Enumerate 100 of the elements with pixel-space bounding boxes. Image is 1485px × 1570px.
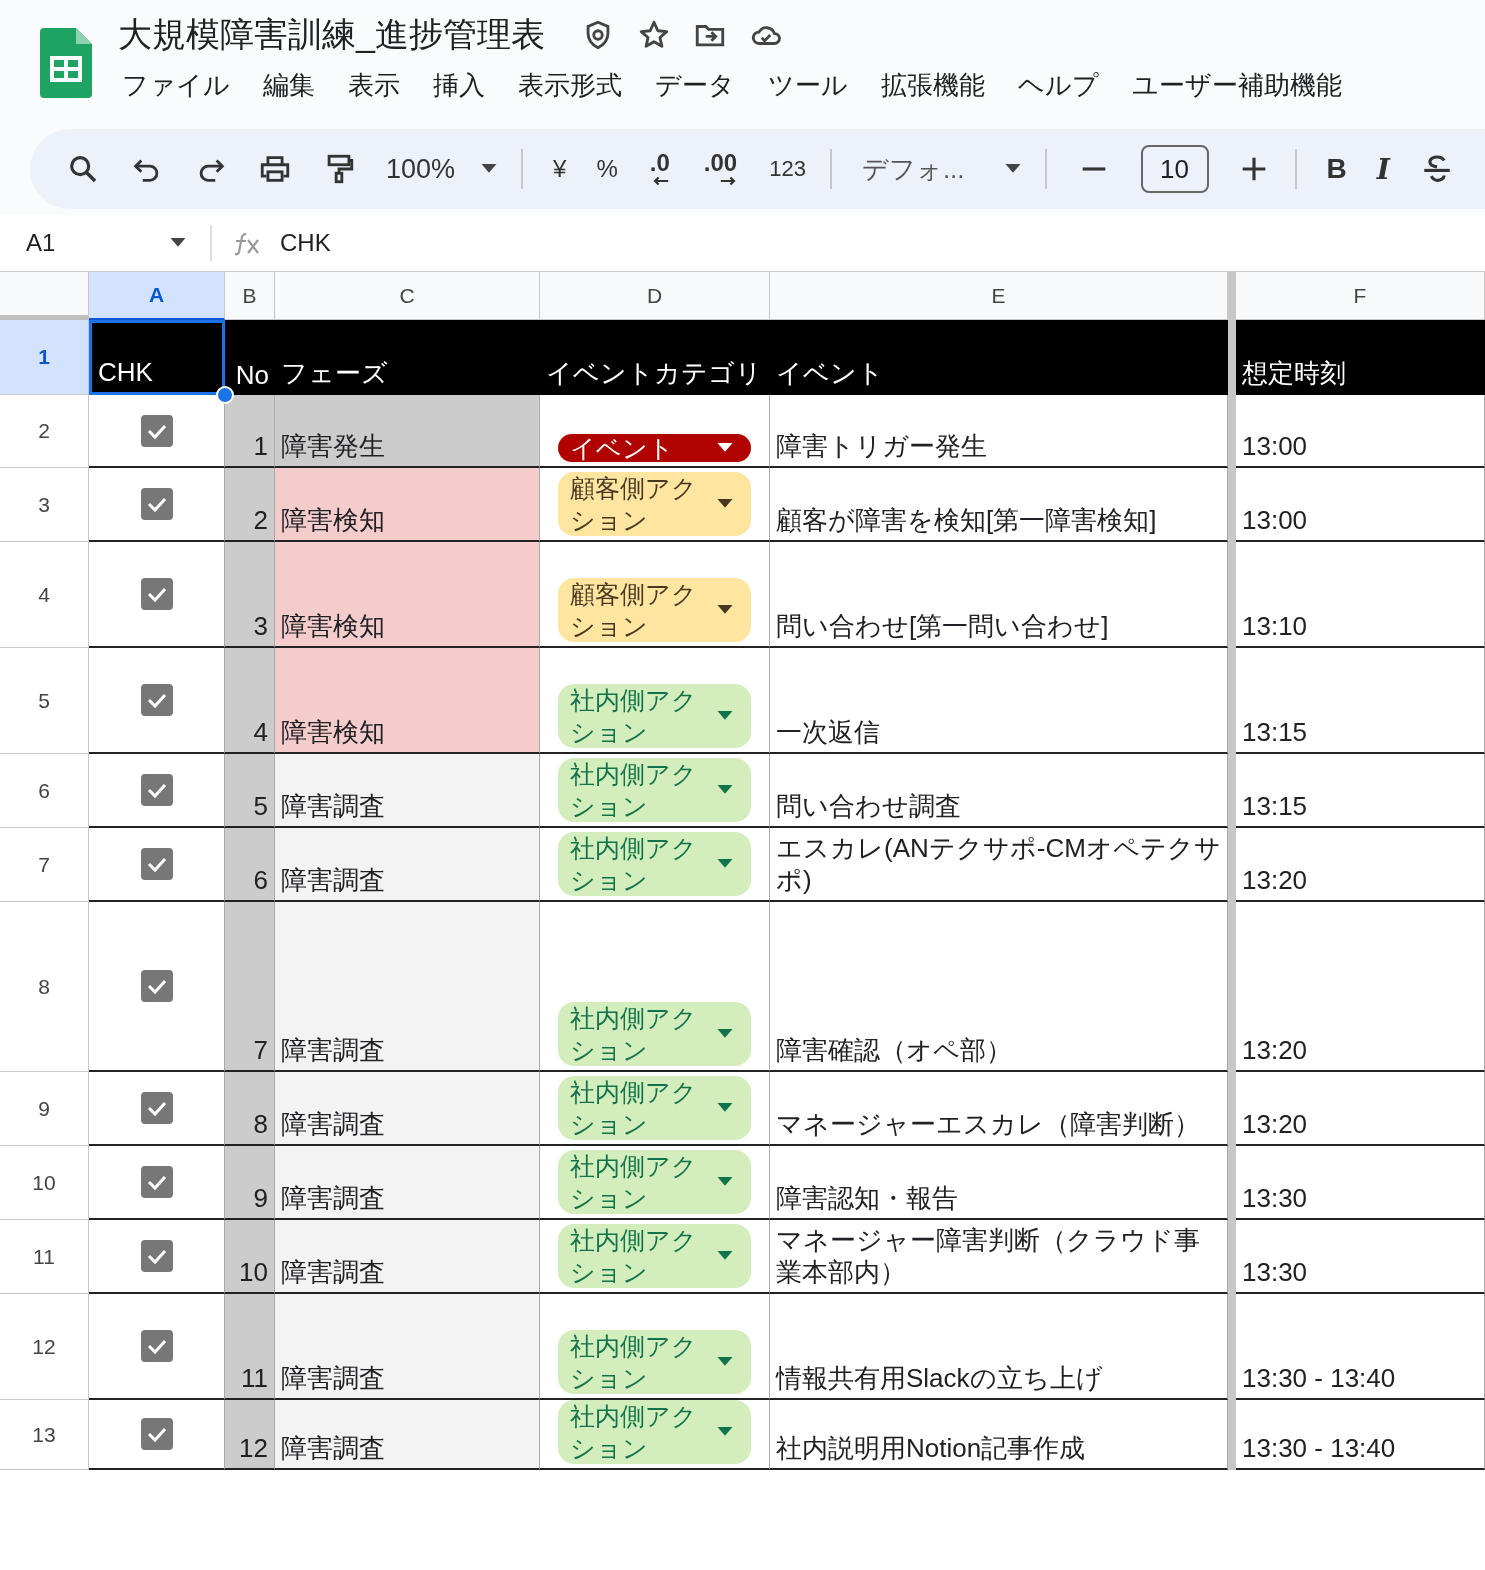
table-cell: 2: [225, 468, 275, 542]
menu-item[interactable]: 編集: [263, 68, 315, 103]
caret-icon: [717, 1251, 733, 1261]
header-cell-text: フェーズ: [280, 357, 389, 390]
category-chip[interactable]: 社内側アクション: [558, 1002, 751, 1066]
column-header[interactable]: B: [225, 272, 275, 320]
caret-icon: [717, 605, 733, 615]
checkbox[interactable]: [140, 1092, 173, 1124]
row-header[interactable]: 7: [0, 828, 89, 902]
row-header[interactable]: 9: [0, 1072, 89, 1146]
name-box[interactable]: A1: [0, 229, 210, 257]
font-dropdown[interactable]: デフォ...: [861, 151, 1021, 187]
checkbox[interactable]: [140, 848, 173, 880]
checkbox[interactable]: [140, 1240, 173, 1272]
table-cell: 6: [225, 828, 275, 902]
table-cell: 障害調査: [275, 1220, 540, 1294]
table-cell: 障害調査: [275, 902, 540, 1072]
category-chip[interactable]: 社内側アクション: [558, 1330, 751, 1394]
row-header[interactable]: 8: [0, 902, 89, 1072]
menu-item[interactable]: ヘルプ: [1018, 68, 1099, 103]
table-cell: 障害調査: [275, 1146, 540, 1220]
category-chip[interactable]: 社内側アクション: [558, 684, 751, 748]
table-cell: 10: [225, 1220, 275, 1294]
menu-item[interactable]: ツール: [768, 68, 848, 103]
currency-button[interactable]: ¥: [553, 155, 567, 183]
category-chip[interactable]: 社内側アクション: [558, 758, 751, 822]
zoom-dropdown[interactable]: 100%: [386, 153, 498, 185]
number-format-button[interactable]: 123: [769, 156, 806, 182]
formula-field[interactable]: CHK: [280, 229, 331, 257]
category-chip[interactable]: 社内側アクション: [558, 832, 751, 896]
category-chip[interactable]: 社内側アクション: [558, 1076, 751, 1140]
category-chip[interactable]: 社内側アクション: [558, 1400, 751, 1464]
checkbox[interactable]: [140, 1166, 173, 1198]
decrease-decimal-button[interactable]: .0: [647, 151, 672, 187]
header-cell-text: 想定時刻: [1241, 357, 1347, 390]
table-cell: 13:20: [1236, 902, 1485, 1072]
table-cell: 13:10: [1236, 542, 1485, 648]
document-title[interactable]: 大規模障害訓練_進捗管理表: [118, 12, 545, 58]
left-arrow-icon: [651, 175, 670, 187]
row-header[interactable]: 6: [0, 754, 89, 828]
column-header[interactable]: F: [1236, 272, 1485, 320]
caret-icon: [717, 1103, 733, 1113]
menu-item[interactable]: 挿入: [433, 68, 485, 103]
percent-button[interactable]: %: [596, 155, 618, 183]
header-cell: CHK: [89, 320, 225, 395]
fill-handle[interactable]: [216, 386, 234, 404]
menu-item[interactable]: データ: [655, 68, 735, 103]
table-cell: 13:15: [1236, 648, 1485, 754]
category-chip[interactable]: 顧客側アクション: [558, 472, 751, 536]
menu-item[interactable]: ファイル: [122, 68, 230, 103]
italic-button[interactable]: I: [1376, 152, 1390, 186]
row-header[interactable]: 10: [0, 1146, 89, 1220]
checkbox[interactable]: [140, 970, 173, 1002]
row-header[interactable]: 4: [0, 542, 89, 648]
table-cell: 13:30: [1236, 1220, 1485, 1294]
table-cell: 13:15: [1236, 754, 1485, 828]
font-size-field[interactable]: 10: [1140, 145, 1209, 193]
bold-button[interactable]: B: [1326, 153, 1347, 185]
header-cell-text: イベントカテゴリ: [545, 357, 763, 390]
table-cell: 障害検知: [275, 542, 540, 648]
column-header[interactable]: E: [770, 272, 1228, 320]
row-header[interactable]: 13: [0, 1400, 89, 1470]
column-header[interactable]: A: [89, 272, 225, 320]
checkbox[interactable]: [140, 684, 173, 716]
checkbox[interactable]: [140, 414, 173, 447]
table-cell: 13:00: [1236, 468, 1485, 542]
menu-item[interactable]: ユーザー補助機能: [1132, 68, 1342, 103]
sheets-logo-icon[interactable]: [40, 28, 92, 98]
menu-item[interactable]: 拡張機能: [881, 68, 985, 103]
category-chip[interactable]: 顧客側アクション: [558, 578, 751, 642]
column-header[interactable]: D: [540, 272, 770, 320]
category-chip[interactable]: イベント: [558, 434, 751, 462]
table-cell: 13:20: [1236, 828, 1485, 902]
row-header[interactable]: 3: [0, 468, 89, 542]
table-cell: 13:00: [1236, 395, 1485, 468]
category-chip[interactable]: 社内側アクション: [558, 1224, 751, 1288]
table-cell: 12: [225, 1400, 275, 1470]
row-header[interactable]: 1: [0, 320, 89, 395]
table-cell: 13:30 - 13:40: [1236, 1400, 1485, 1470]
category-chip[interactable]: 社内側アクション: [558, 1150, 751, 1214]
row-header[interactable]: 11: [0, 1220, 89, 1294]
checkbox[interactable]: [140, 1330, 173, 1362]
row-header[interactable]: 2: [0, 395, 89, 468]
caret-icon: [717, 499, 733, 509]
row-header[interactable]: 12: [0, 1294, 89, 1400]
table-cell: 障害発生: [275, 395, 540, 468]
checkbox[interactable]: [140, 1418, 173, 1450]
column-header[interactable]: C: [275, 272, 540, 320]
right-arrow-icon: [719, 175, 738, 187]
checkbox[interactable]: [140, 774, 173, 806]
checkbox[interactable]: [140, 488, 173, 520]
caret-icon: [717, 785, 733, 795]
row-header[interactable]: 5: [0, 648, 89, 754]
checkbox[interactable]: [140, 578, 173, 610]
increase-decimal-button[interactable]: .00: [701, 151, 740, 187]
table-cell: 障害検知: [275, 648, 540, 754]
menu-item[interactable]: 表示: [348, 68, 400, 103]
menu-item[interactable]: 表示形式: [518, 68, 622, 103]
table-cell: 11: [225, 1294, 275, 1400]
table-cell: 9: [225, 1146, 275, 1220]
